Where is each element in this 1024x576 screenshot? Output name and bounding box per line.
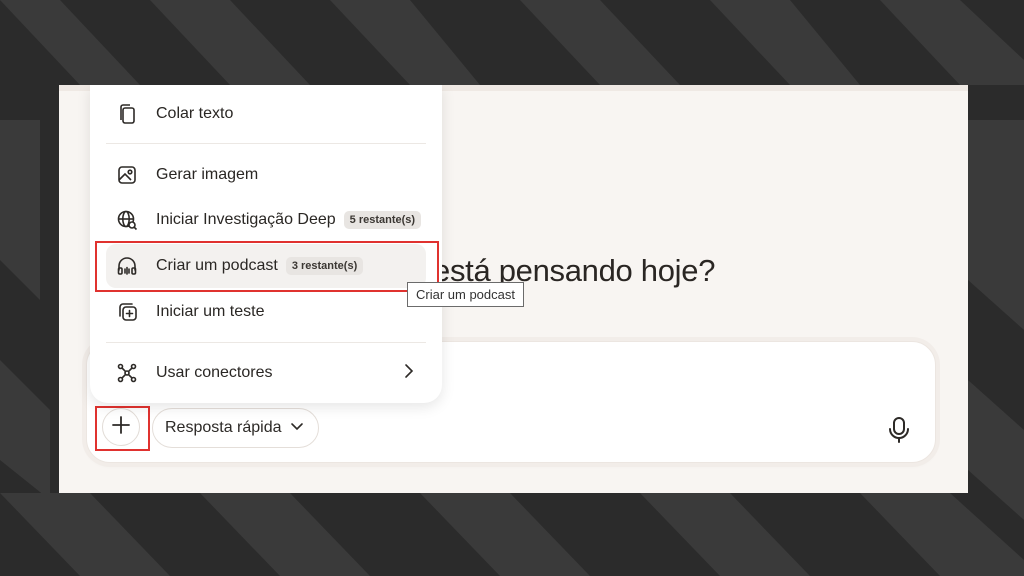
clipboard-icon [115, 102, 139, 126]
chevron-right-icon [404, 363, 414, 384]
menu-item-start-quiz[interactable]: Iniciar um teste [106, 290, 426, 334]
quiz-add-icon [115, 300, 139, 324]
menu-divider [106, 342, 426, 343]
globe-search-icon [115, 208, 139, 232]
highlight-box-add-button [95, 406, 150, 451]
menu-item-label: Iniciar um teste [156, 303, 265, 320]
app-window: está pensando hoje? Resposta rápida Cola… [59, 85, 968, 493]
tooltip: Criar um podcast [407, 282, 524, 307]
microphone-icon[interactable] [887, 416, 911, 444]
menu-item-paste-text[interactable]: Colar texto [106, 92, 426, 136]
menu-item-use-connectors[interactable]: Usar conectores [106, 351, 426, 395]
menu-item-generate-image[interactable]: Gerar imagem [106, 153, 426, 197]
menu-item-deep-research[interactable]: Iniciar Investigação Deep 5 restante(s) [106, 198, 426, 242]
menu-item-label: Colar texto [156, 105, 234, 122]
response-mode-label: Resposta rápida [165, 419, 282, 436]
chevron-down-icon [290, 419, 304, 437]
menu-divider [106, 143, 426, 144]
menu-item-label: Iniciar Investigação Deep [156, 211, 336, 228]
menu-item-label: Gerar imagem [156, 166, 259, 183]
response-mode-selector[interactable]: Resposta rápida [152, 408, 319, 448]
highlight-box-create-podcast [95, 241, 439, 292]
image-icon [115, 163, 139, 187]
connectors-icon [115, 361, 139, 385]
menu-item-label: Usar conectores [156, 364, 273, 381]
usage-badge: 5 restante(s) [343, 211, 422, 229]
